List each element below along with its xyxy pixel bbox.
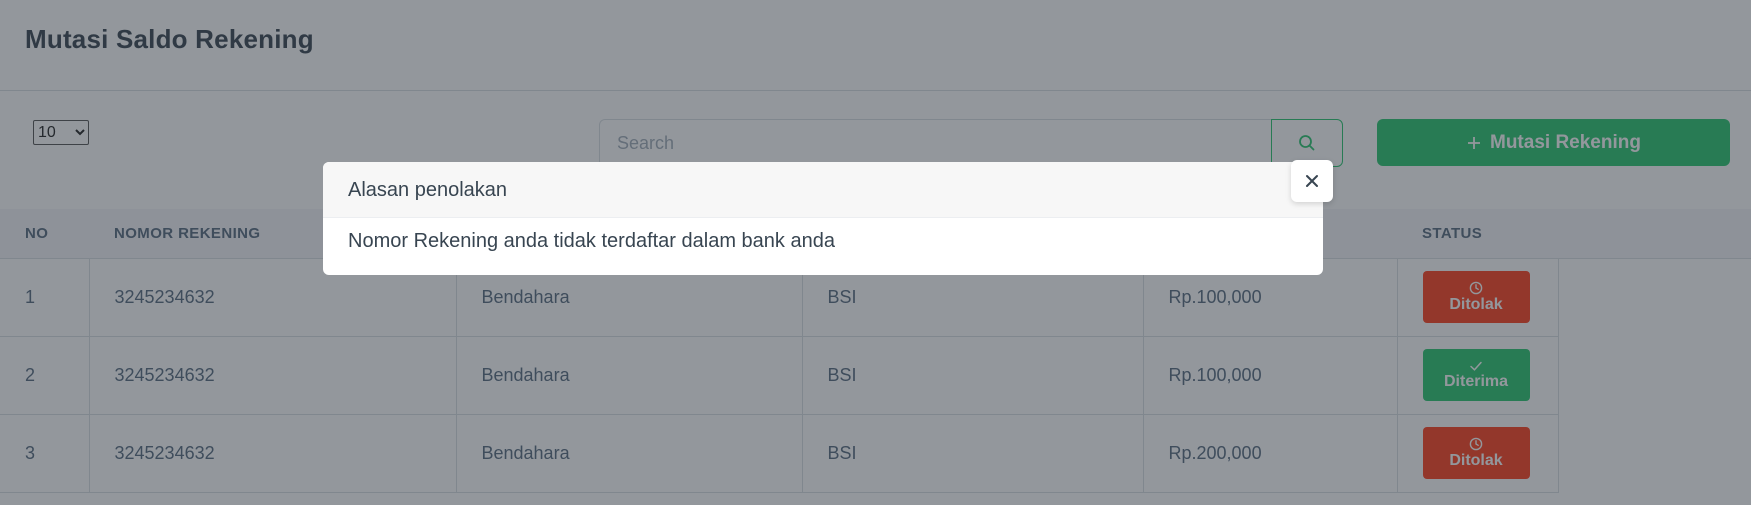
rejection-reason-modal: Alasan penolakan Nomor Rekening anda tid… [323,162,1323,275]
modal-close-button[interactable] [1291,160,1333,202]
modal-header: Alasan penolakan [323,162,1323,218]
modal-message: Nomor Rekening anda tidak terdaftar dala… [348,230,835,252]
modal-title: Alasan penolakan [348,179,508,201]
close-icon [1306,175,1318,187]
